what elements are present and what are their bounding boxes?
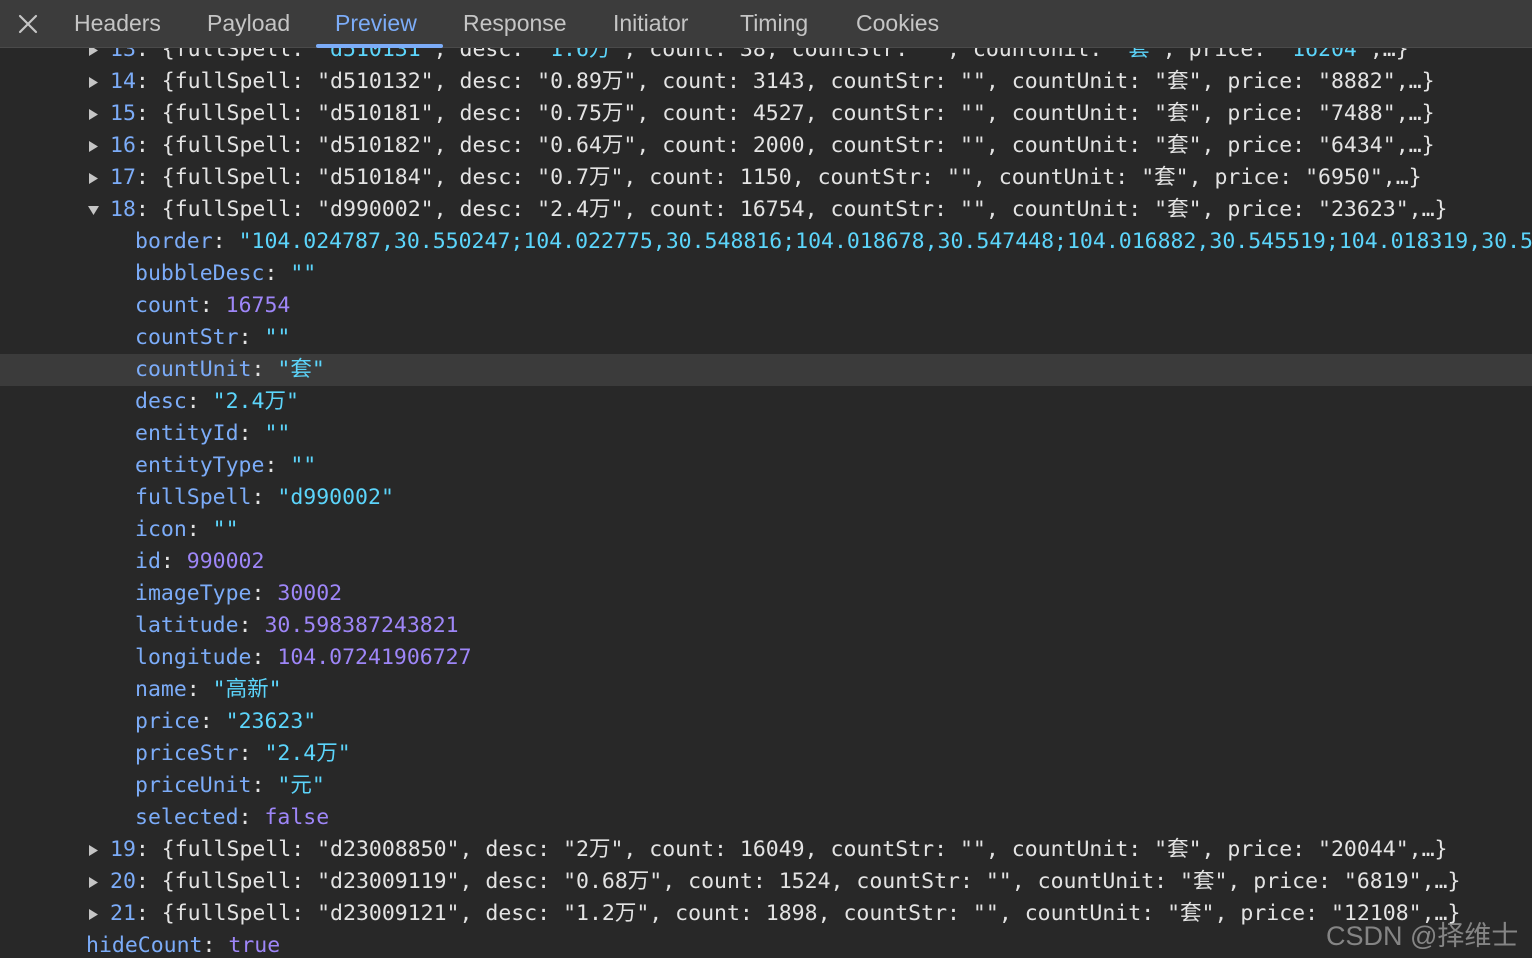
prop-id[interactable]: id: 990002 bbox=[0, 546, 1532, 578]
prop-priceStr[interactable]: priceStr: "2.4万" bbox=[0, 738, 1532, 770]
expand-triangle-icon[interactable] bbox=[86, 834, 100, 866]
prop-desc[interactable]: desc: "2.4万" bbox=[0, 386, 1532, 418]
prop-hideCount[interactable]: hideCount: true bbox=[0, 930, 1532, 958]
row-index: 16 bbox=[110, 133, 136, 158]
close-icon bbox=[18, 14, 38, 34]
row-index: 18 bbox=[110, 197, 136, 222]
prop-countStr[interactable]: countStr: "" bbox=[0, 322, 1532, 354]
tab-response[interactable]: Response bbox=[463, 0, 567, 47]
prop-price[interactable]: price: "23623" bbox=[0, 706, 1532, 738]
tree-row-18[interactable]: 18: {fullSpell: "d990002", desc: "2.4万",… bbox=[0, 194, 1532, 226]
tree-row-19[interactable]: 19: {fullSpell: "d23008850", desc: "2万",… bbox=[0, 834, 1532, 866]
tab-cookies[interactable]: Cookies bbox=[856, 0, 939, 47]
csdn-watermark: CSDN @择维士 bbox=[1326, 921, 1519, 951]
active-tab-indicator bbox=[316, 44, 443, 48]
expand-triangle-icon[interactable] bbox=[86, 98, 100, 130]
expand-triangle-icon[interactable] bbox=[86, 66, 100, 98]
prop-bubbleDesc[interactable]: bubbleDesc: "" bbox=[0, 258, 1532, 290]
expand-triangle-icon[interactable] bbox=[86, 162, 100, 194]
prop-count[interactable]: count: 16754 bbox=[0, 290, 1532, 322]
prop-selected[interactable]: selected: false bbox=[0, 802, 1532, 834]
expand-triangle-icon[interactable] bbox=[86, 898, 100, 930]
tree-row-16[interactable]: 16: {fullSpell: "d510182", desc: "0.64万"… bbox=[0, 130, 1532, 162]
json-preview-tree: 13: {fullSpell: "d510131", desc: "1.6万",… bbox=[0, 48, 1532, 958]
prop-latitude[interactable]: latitude: 30.598387243821 bbox=[0, 610, 1532, 642]
tab-timing[interactable]: Timing bbox=[740, 0, 808, 47]
row-index: 17 bbox=[110, 165, 136, 190]
expand-triangle-icon[interactable] bbox=[86, 866, 100, 898]
tab-initiator[interactable]: Initiator bbox=[613, 0, 688, 47]
devtools-tab-bar: Headers Payload Preview Response Initiat… bbox=[0, 0, 1532, 48]
prop-countUnit-hovered[interactable]: countUnit: "套" bbox=[0, 354, 1532, 386]
prop-longitude[interactable]: longitude: 104.07241906727 bbox=[0, 642, 1532, 674]
tree-row-17[interactable]: 17: {fullSpell: "d510184", desc: "0.7万",… bbox=[0, 162, 1532, 194]
tree-row-15[interactable]: 15: {fullSpell: "d510181", desc: "0.75万"… bbox=[0, 98, 1532, 130]
collapse-triangle-icon[interactable] bbox=[86, 194, 100, 226]
tree-row-13[interactable]: 13: {fullSpell: "d510131", desc: "1.6万",… bbox=[0, 48, 1532, 66]
prop-priceUnit[interactable]: priceUnit: "元" bbox=[0, 770, 1532, 802]
tree-row-14[interactable]: 14: {fullSpell: "d510132", desc: "0.89万"… bbox=[0, 66, 1532, 98]
tab-preview[interactable]: Preview bbox=[335, 0, 417, 47]
tree-row-20[interactable]: 20: {fullSpell: "d23009119", desc: "0.68… bbox=[0, 866, 1532, 898]
prop-entityType[interactable]: entityType: "" bbox=[0, 450, 1532, 482]
tree-row-21[interactable]: 21: {fullSpell: "d23009121", desc: "1.2万… bbox=[0, 898, 1532, 930]
prop-border[interactable]: border: "104.024787,30.550247;104.022775… bbox=[0, 226, 1532, 258]
row-index: 20 bbox=[110, 869, 136, 894]
prop-name[interactable]: name: "高新" bbox=[0, 674, 1532, 706]
row-index: 15 bbox=[110, 101, 136, 126]
prop-imageType[interactable]: imageType: 30002 bbox=[0, 578, 1532, 610]
expand-triangle-icon[interactable] bbox=[86, 48, 100, 66]
tab-headers[interactable]: Headers bbox=[74, 0, 161, 47]
row-index: 19 bbox=[110, 837, 136, 862]
tab-payload[interactable]: Payload bbox=[207, 0, 290, 47]
prop-icon[interactable]: icon: "" bbox=[0, 514, 1532, 546]
prop-fullSpell[interactable]: fullSpell: "d990002" bbox=[0, 482, 1532, 514]
row-index: 14 bbox=[110, 69, 136, 94]
prop-entityId[interactable]: entityId: "" bbox=[0, 418, 1532, 450]
row-index: 13 bbox=[110, 48, 136, 62]
close-panel-button[interactable] bbox=[12, 8, 44, 40]
expand-triangle-icon[interactable] bbox=[86, 130, 100, 162]
row-index: 21 bbox=[110, 901, 136, 926]
